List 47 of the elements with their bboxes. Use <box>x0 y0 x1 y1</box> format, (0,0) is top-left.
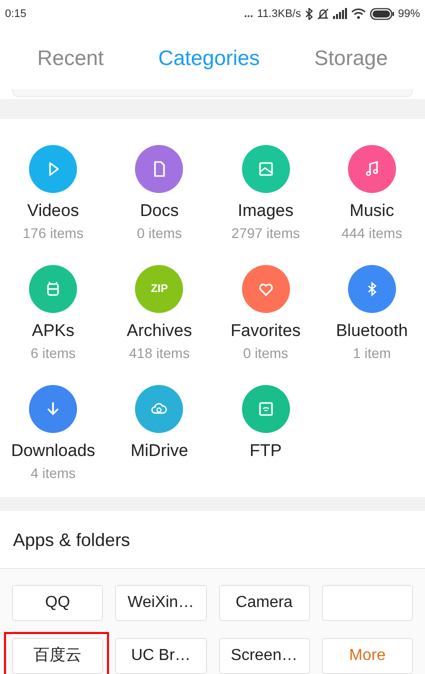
item-count: 176 items <box>22 224 84 243</box>
wifi-icon <box>350 8 366 20</box>
category-name: Videos <box>27 201 79 221</box>
bluetooth-icon <box>304 8 313 20</box>
item-count: 0 items <box>243 344 288 363</box>
folder-chip[interactable]: 百度云 <box>12 638 104 674</box>
notification-dots: ... <box>244 6 254 22</box>
folder-chip[interactable]: UC Br… <box>115 638 206 674</box>
category-name: Music <box>350 201 394 221</box>
category-button[interactable] <box>242 145 290 193</box>
category-button[interactable] <box>348 265 396 313</box>
item-count: 2797 items <box>231 224 300 243</box>
network-speed: 11.3KB/s <box>257 6 301 22</box>
zip-label: ZIP <box>150 282 168 297</box>
battery-icon <box>370 8 394 20</box>
item-count: 4 items <box>30 464 76 483</box>
item-count: 444 items <box>342 224 402 243</box>
item-count: 418 items <box>129 344 190 363</box>
category-button[interactable] <box>29 145 78 193</box>
category-name: Downloads <box>11 441 96 461</box>
category-name: FTP <box>250 441 282 461</box>
folder-chip[interactable]: Screen… <box>218 638 310 674</box>
category-name: Bluetooth <box>336 321 408 341</box>
muted-bell-icon <box>316 8 329 20</box>
item-count: 0 items <box>136 224 182 243</box>
folder-chip[interactable]: QQ <box>12 585 104 621</box>
category-button[interactable] <box>242 385 290 433</box>
category-button[interactable] <box>135 385 184 433</box>
status-time: 0:15 <box>5 6 26 22</box>
category-name: APKs <box>32 321 74 341</box>
category-button[interactable] <box>348 145 396 193</box>
folder-chip[interactable]: Camera <box>218 585 310 621</box>
category-button[interactable] <box>135 145 184 193</box>
category-name: Images <box>238 201 294 221</box>
section-title: Apps & folders <box>12 529 132 552</box>
category-button[interactable] <box>242 265 290 313</box>
item-count: 1 item <box>352 344 391 363</box>
category-button[interactable] <box>29 265 78 313</box>
category-name: Archives <box>126 321 192 341</box>
category-button[interactable] <box>29 385 78 433</box>
category-name: Docs <box>140 201 179 221</box>
folder-chip[interactable]: WeiXin… <box>115 585 206 621</box>
signal-icon <box>332 8 347 20</box>
category-name: MiDrive <box>130 441 188 461</box>
battery-percent: 99% <box>398 6 420 22</box>
category-name: Favorites <box>230 321 301 341</box>
item-count: 6 items <box>30 344 76 363</box>
